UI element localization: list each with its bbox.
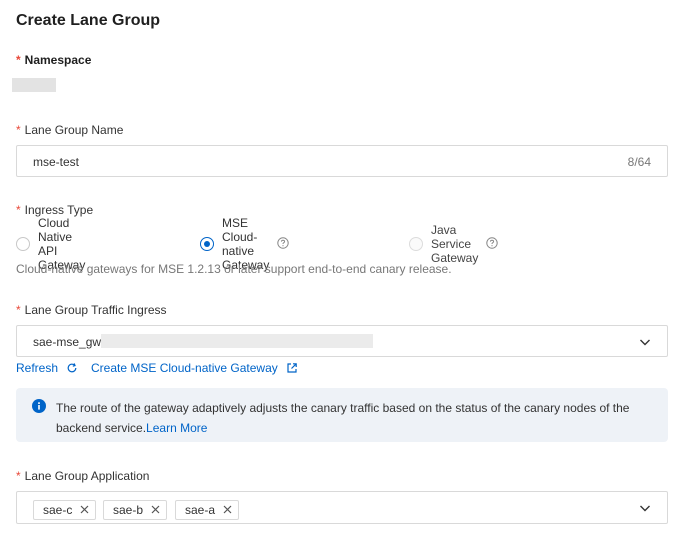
notice-message: The route of the gateway adaptively adju… (56, 401, 630, 435)
ingress-type-hint: Cloud-native gateways for MSE 1.2.13 or … (16, 262, 452, 276)
required-mark: * (16, 303, 21, 317)
namespace-label-text: Namespace (24, 53, 92, 67)
lane-group-name-label-text: Lane Group Name (24, 123, 124, 137)
namespace-value-masked (12, 78, 56, 92)
radio-cloud-native-api-gateway[interactable]: Cloud Native API Gateway (16, 216, 85, 272)
tag-sae-a: sae-a (175, 500, 240, 520)
ingress-type-label: * Ingress Type (16, 203, 93, 217)
radio-circle-checked[interactable] (200, 237, 214, 251)
info-icon (32, 399, 46, 418)
chevron-down-icon[interactable] (639, 501, 651, 519)
lane-group-name-input[interactable]: mse-test 8/64 (16, 145, 668, 177)
external-link-icon[interactable] (286, 362, 298, 374)
help-icon[interactable] (277, 236, 290, 252)
application-multiselect[interactable]: sae-c sae-b sae-a (16, 491, 668, 524)
learn-more-link[interactable]: Learn More (146, 421, 207, 435)
radio-label[interactable]: Java Service Gateway (431, 223, 478, 265)
application-label: * Lane Group Application (16, 469, 149, 483)
chevron-down-icon[interactable] (639, 335, 651, 353)
namespace-label: * Namespace (16, 53, 91, 67)
ingress-type-label-text: Ingress Type (24, 203, 94, 217)
radio-mse-cloud-native-gateway[interactable]: MSE Cloud-native Gateway (200, 216, 290, 272)
required-mark: * (16, 203, 21, 217)
create-gateway-link[interactable]: Create MSE Cloud-native Gateway (91, 361, 298, 375)
application-label-text: Lane Group Application (24, 469, 150, 483)
required-mark: * (16, 123, 21, 137)
lane-group-name-value[interactable]: mse-test (33, 155, 79, 169)
traffic-ingress-label: * Lane Group Traffic Ingress (16, 303, 167, 317)
refresh-link[interactable]: Refresh (16, 361, 78, 375)
close-icon[interactable] (223, 503, 232, 517)
tag-sae-b: sae-b (103, 500, 168, 520)
traffic-ingress-value-masked (101, 334, 373, 348)
create-gateway-link-text[interactable]: Create MSE Cloud-native Gateway (91, 361, 278, 375)
radio-circle[interactable] (16, 237, 30, 251)
lane-group-name-label: * Lane Group Name (16, 123, 123, 137)
traffic-ingress-label-text: Lane Group Traffic Ingress (24, 303, 167, 317)
refresh-icon[interactable] (66, 362, 78, 374)
help-icon[interactable] (486, 236, 499, 252)
tag-label: sae-b (113, 503, 144, 517)
close-icon[interactable] (80, 503, 89, 517)
traffic-ingress-select[interactable]: sae-mse_gw (16, 325, 668, 357)
required-mark: * (16, 469, 21, 483)
tag-label: sae-a (185, 503, 216, 517)
page-title: Create Lane Group (16, 12, 161, 29)
notice-text: The route of the gateway adaptively adju… (56, 398, 656, 438)
close-icon[interactable] (151, 503, 160, 517)
traffic-ingress-value[interactable]: sae-mse_gw (33, 335, 101, 349)
tag-sae-c: sae-c (33, 500, 97, 520)
info-notice: The route of the gateway adaptively adju… (16, 388, 668, 442)
refresh-link-text[interactable]: Refresh (16, 361, 58, 375)
radio-circle-disabled[interactable] (409, 237, 423, 251)
required-mark: * (16, 53, 21, 67)
tag-label: sae-c (43, 503, 73, 517)
radio-java-service-gateway[interactable]: Java Service Gateway (409, 223, 499, 265)
char-counter: 8/64 (627, 155, 651, 169)
